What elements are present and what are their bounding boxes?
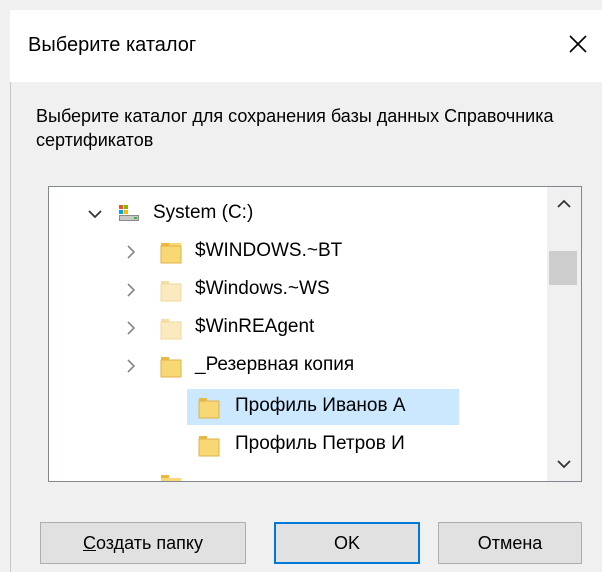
drive-icon: [119, 205, 139, 221]
folder-icon: [160, 243, 182, 264]
tree-item-windows-bt[interactable]: $WINDOWS.~BT: [49, 235, 549, 269]
create-folder-label: оздать папку: [96, 533, 203, 553]
tree-item-profile-ivanov[interactable]: Профиль Иванов А: [49, 390, 549, 424]
tree-item-windows-ws[interactable]: $Windows.~WS: [49, 273, 549, 307]
tree-item-label: $WINDOWS.~BT: [195, 240, 343, 261]
window-title: Выберите каталог: [28, 34, 197, 56]
folder-icon: [161, 475, 181, 481]
create-folder-button[interactable]: Создать папку: [40, 522, 246, 564]
tree-item-backup[interactable]: _Резервная копия: [49, 349, 549, 383]
cancel-button[interactable]: Отмена: [438, 522, 582, 564]
folder-icon: [198, 436, 220, 457]
ok-button[interactable]: OK: [274, 522, 420, 564]
dialog-description: Выберите каталог для сохранения базы дан…: [36, 106, 554, 150]
vertical-scrollbar[interactable]: [547, 187, 581, 481]
tree-item-label: $Windows.~WS: [195, 278, 330, 299]
tree-item-system-drive[interactable]: System (C:): [49, 197, 549, 231]
create-folder-accelerator: С: [83, 533, 96, 553]
tree-item-label: _Резервная копия: [195, 354, 355, 375]
folder-hidden-icon: [160, 319, 182, 340]
folder-icon: [160, 357, 182, 378]
close-button[interactable]: [558, 24, 598, 64]
scroll-down-button[interactable]: [547, 447, 581, 481]
folder-hidden-icon: [160, 281, 182, 302]
chevron-right-icon[interactable]: [121, 318, 141, 338]
window-left-border: [10, 82, 11, 572]
close-icon: [569, 35, 587, 53]
chevron-right-icon[interactable]: [121, 356, 141, 376]
chevron-up-icon: [557, 199, 571, 208]
folder-tree[interactable]: System (C:) $WINDOWS.~BT $Windows.~WS $W…: [48, 186, 582, 482]
scroll-thumb[interactable]: [549, 251, 577, 285]
tree-item-label: Профиль Петров И: [235, 433, 405, 454]
chevron-down-icon: [557, 460, 571, 469]
tree-item-profile-petrov[interactable]: Профиль Петров И: [49, 428, 549, 462]
tree-item-label: $WinREAgent: [195, 316, 315, 337]
folder-icon: [198, 398, 220, 419]
title-bar: Выберите каталог: [10, 10, 602, 82]
chevron-right-icon[interactable]: [121, 280, 141, 300]
folder-browser-dialog: Выберите каталог Выберите каталог для со…: [0, 0, 602, 572]
tree-item-label: System (C:): [153, 202, 254, 223]
scroll-up-button[interactable]: [547, 187, 581, 221]
chevron-right-icon[interactable]: [121, 242, 141, 262]
tree-item-winreagent[interactable]: $WinREAgent: [49, 311, 549, 345]
chevron-down-icon[interactable]: [85, 204, 105, 224]
tree-item-label: Профиль Иванов А: [235, 395, 406, 416]
